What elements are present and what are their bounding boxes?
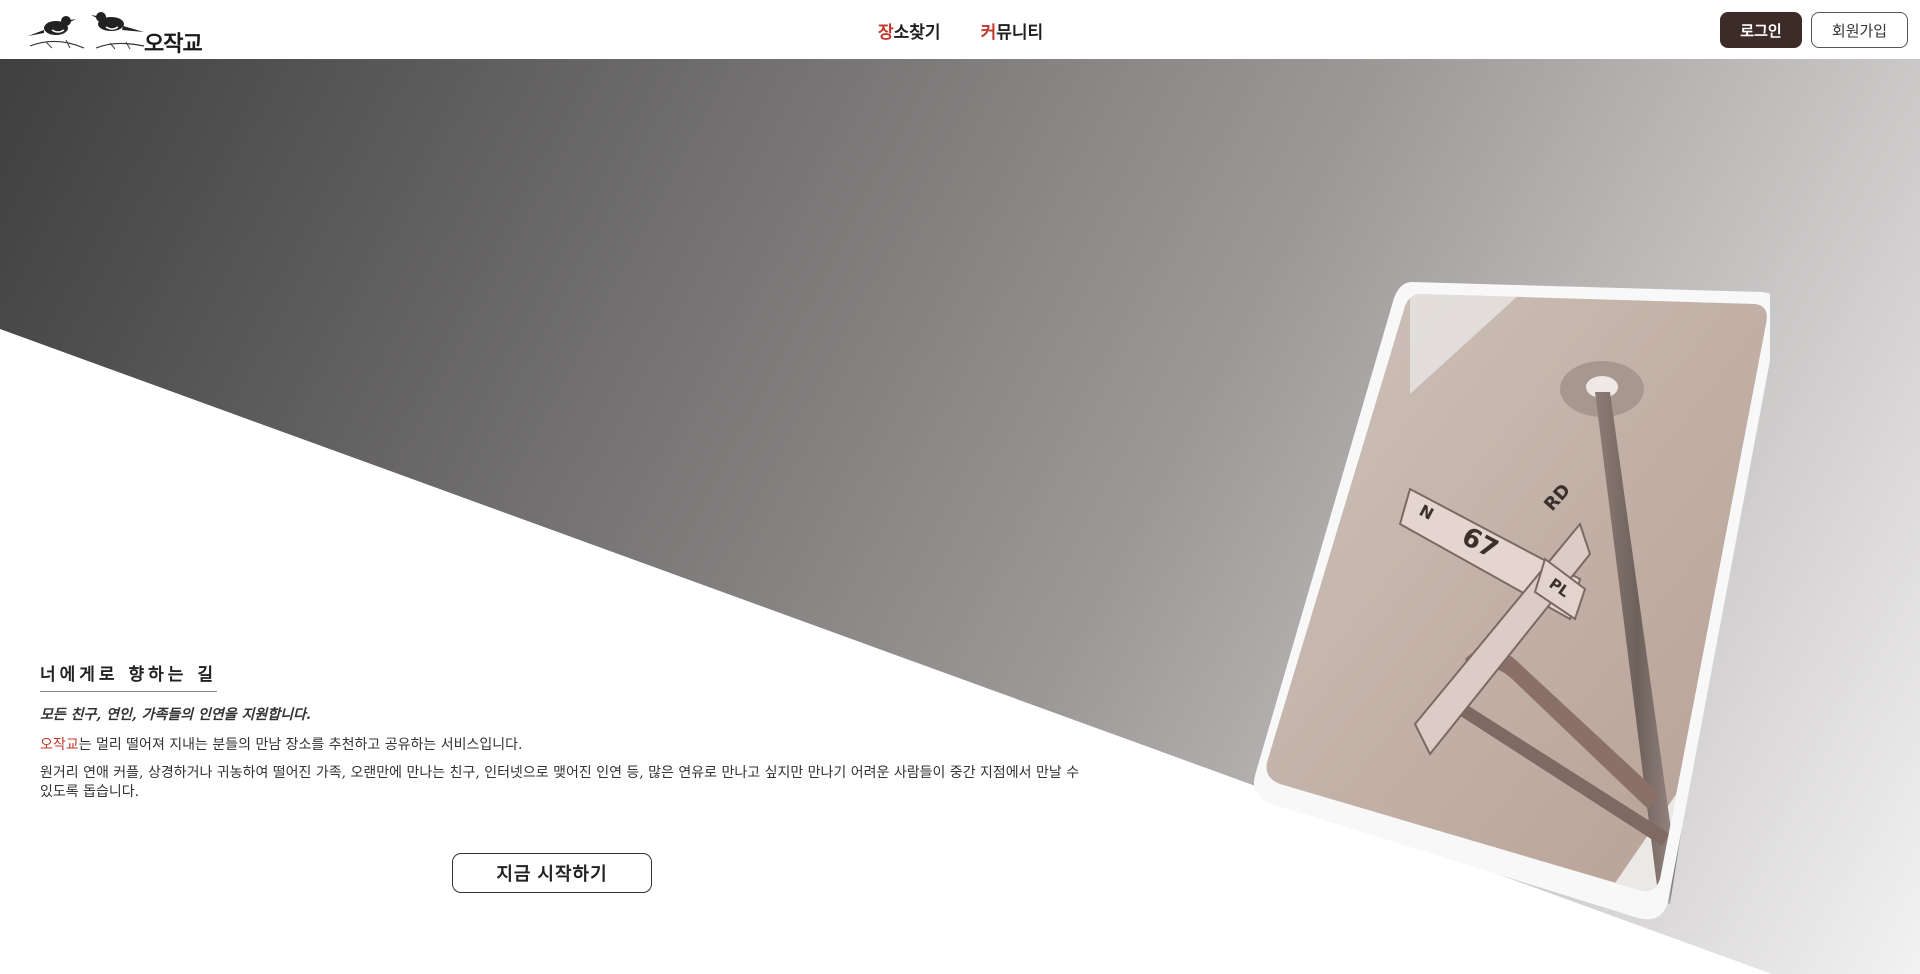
brand-name: 오작교 xyxy=(40,737,79,753)
intro-text-block: 너에게로 향하는 길 모든 친구, 연인, 가족들의 인연을 지원합니다. 오작… xyxy=(40,660,1080,802)
street-sign-photo-card: N 67 RD PL xyxy=(1250,274,1770,934)
intro-title: 너에게로 향하는 길 xyxy=(40,660,217,692)
street-sign-photo: N 67 RD PL xyxy=(1254,282,1770,920)
logo[interactable]: 오작교 xyxy=(26,6,216,57)
nav-accent-char: 커 xyxy=(980,23,997,42)
intro-subtitle: 모든 친구, 연인, 가족들의 인연을 지원합니다. xyxy=(40,707,311,723)
nav-item-find-place[interactable]: 장소찾기 xyxy=(878,18,941,43)
nav-item-community[interactable]: 커뮤니티 xyxy=(981,18,1044,43)
intro-paragraph-1-text: 는 멀리 떨어져 지내는 분들의 만남 장소를 추천하고 공유하는 서비스입니다… xyxy=(78,737,523,753)
hero-section: N 67 RD PL xyxy=(0,59,1920,974)
main-nav: 장소찾기 커뮤니티 xyxy=(878,18,1043,43)
intro-paragraph-2: 원거리 연애 커플, 상경하거나 귀농하여 떨어진 가족, 오랜만에 만나는 친… xyxy=(40,765,1080,800)
nav-accent-char: 장 xyxy=(878,23,894,42)
nav-label: 뮤니티 xyxy=(996,23,1044,42)
start-now-button[interactable]: 지금 시작하기 xyxy=(452,853,652,893)
login-button[interactable]: 로그인 xyxy=(1720,12,1802,48)
intro-paragraph-1: 오작교는 멀리 떨어져 지내는 분들의 만남 장소를 추천하고 공유하는 서비스… xyxy=(40,734,1080,754)
nav-label: 소찾기 xyxy=(893,23,941,42)
magpie-birds-logo-icon xyxy=(28,12,145,50)
logo-text: 오작교 xyxy=(144,31,203,57)
signup-button[interactable]: 회원가입 xyxy=(1811,12,1908,48)
top-header: 오작교 장소찾기 커뮤니티 로그인 회원가입 xyxy=(0,0,1920,59)
